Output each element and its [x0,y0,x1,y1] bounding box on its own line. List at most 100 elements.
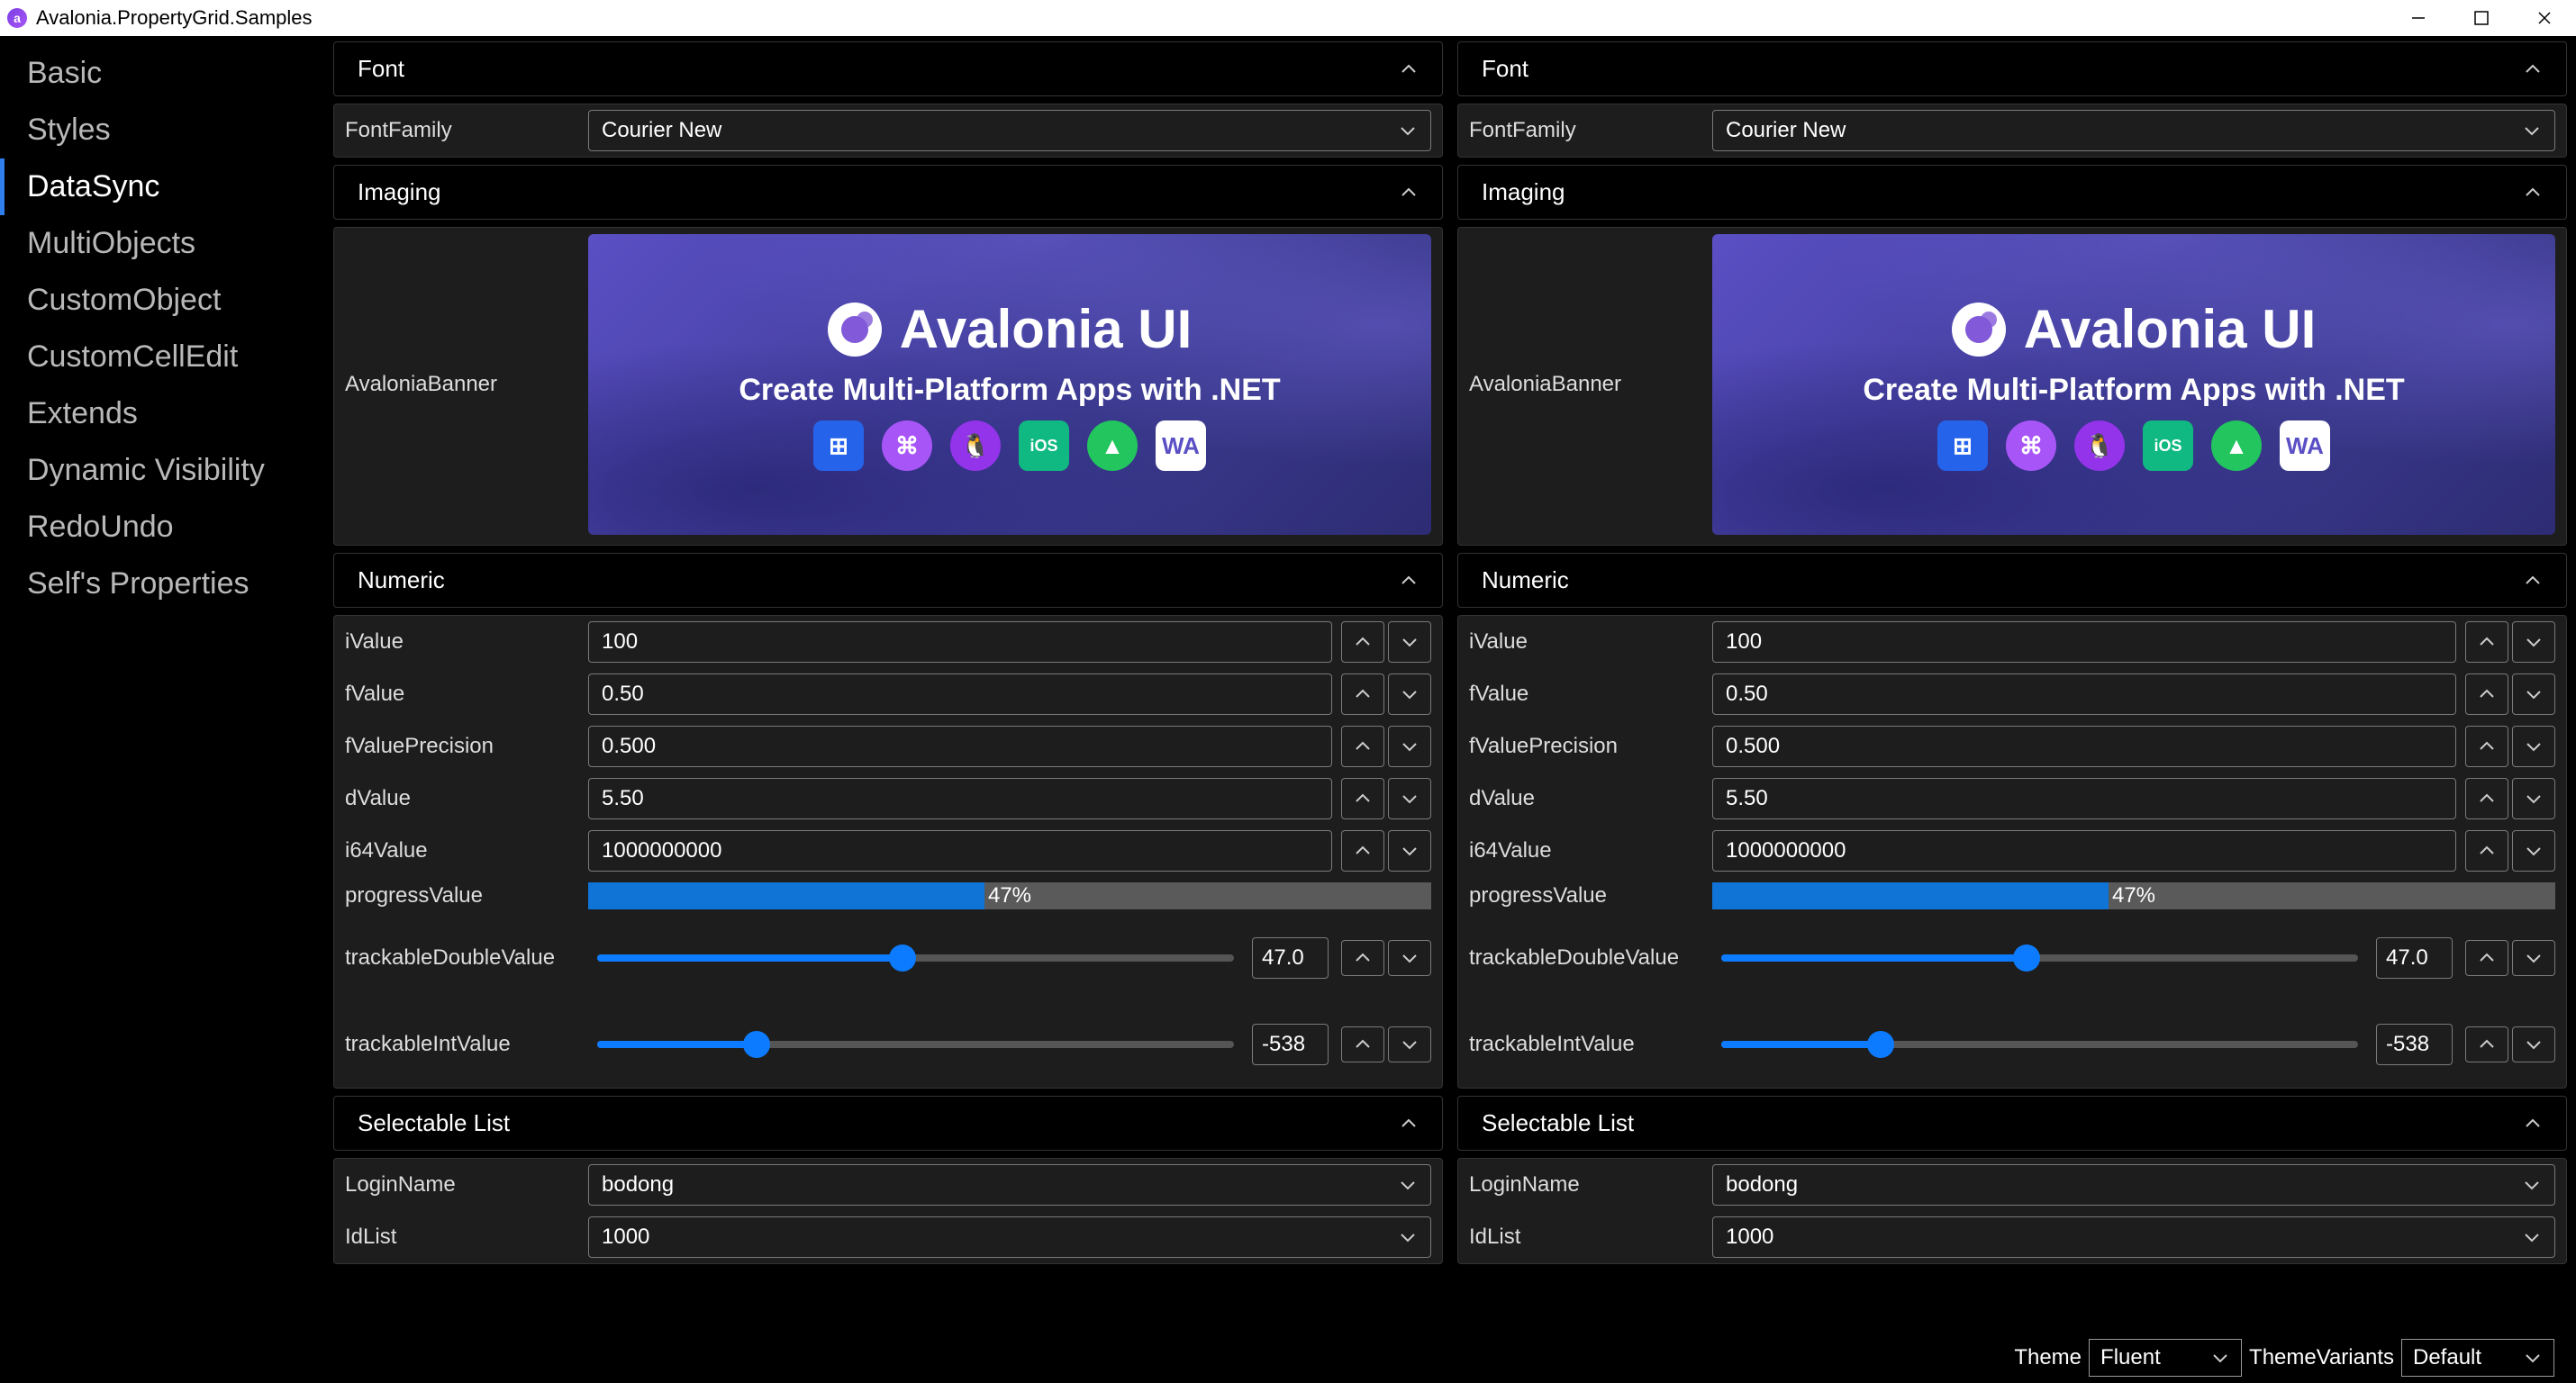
trackable-double-slider[interactable] [597,954,1234,962]
trackable-double-decrement-button[interactable] [2512,940,2555,976]
trackable-double-slider-thumb[interactable] [2013,945,2040,972]
trackable-int-decrement-button[interactable] [1388,1026,1431,1062]
sidebar-item-customobject[interactable]: CustomObject [0,272,333,329]
chevron-down-icon [1398,121,1418,140]
category-header-font[interactable]: Font [333,41,1443,96]
font-family-combo[interactable]: Courier New [588,110,1431,151]
theme-variant-select[interactable]: Default [2401,1339,2554,1377]
trackable-int-value-input[interactable]: -538 [1252,1024,1329,1065]
ivalue-input[interactable]: 100 [1712,621,2456,663]
fvalue-input[interactable]: 0.50 [588,673,1332,715]
ivalue-input[interactable]: 100 [588,621,1332,663]
property-label: FontFamily [345,118,588,143]
dvalue-input[interactable]: 5.50 [588,778,1332,819]
sidebar-item-dynamic-visibility[interactable]: Dynamic Visibility [0,442,333,499]
banner-platform-icons: ⊞⌘🐧iOS▲WA [813,420,1206,471]
fvalue-decrement-button[interactable] [1388,673,1431,715]
ios-icon: iOS [2143,420,2193,471]
fvalue-precision-decrement-button[interactable] [2512,726,2555,767]
trackable-int-slider-thumb[interactable] [743,1031,770,1058]
i64value-decrement-button[interactable] [1388,830,1431,872]
window-close-button[interactable] [2513,0,2576,36]
login-name-combo[interactable]: bodong [1712,1164,2555,1206]
trackable-int-slider-thumb[interactable] [1867,1031,1894,1058]
fvalue-precision-increment-button[interactable] [1341,726,1384,767]
chevron-up-icon [1353,948,1373,968]
sidebar-item-styles[interactable]: Styles [0,102,333,158]
property-row-fvalue-precision: fValuePrecision 0.500 [334,720,1442,773]
trackable-double-value-input[interactable]: 47.0 [2376,937,2453,979]
fvalue-precision-input[interactable]: 0.500 [588,726,1332,767]
trackable-int-increment-button[interactable] [1341,1026,1384,1062]
trackable-double-increment-button[interactable] [1341,940,1384,976]
id-list-combo[interactable]: 1000 [1712,1216,2555,1258]
chevron-up-icon [1353,737,1373,756]
dvalue-increment-button[interactable] [2465,778,2508,819]
chevron-down-icon [1400,684,1420,704]
property-list-numeric: iValue 100 fValue 0.50 fValuePrecision 0… [1457,615,2567,1089]
sidebar-item-multiobjects[interactable]: MultiObjects [0,215,333,272]
i64value-input[interactable]: 1000000000 [1712,830,2456,872]
i64value-increment-button[interactable] [2465,830,2508,872]
category-header-font[interactable]: Font [1457,41,2567,96]
sidebar-item-extends[interactable]: Extends [0,385,333,442]
fvalue-decrement-button[interactable] [2512,673,2555,715]
dvalue-decrement-button[interactable] [2512,778,2555,819]
trackable-int-slider[interactable] [597,1041,1234,1048]
fvalue-precision-decrement-button[interactable] [1388,726,1431,767]
trackable-double-decrement-button[interactable] [1388,940,1431,976]
login-name-combo[interactable]: bodong [588,1164,1431,1206]
windows-icon: ⊞ [1937,420,1988,471]
i64value-increment-button[interactable] [1341,830,1384,872]
trackable-double-increment-button[interactable] [2465,940,2508,976]
category-header-selectable-list[interactable]: Selectable List [333,1096,1443,1151]
font-family-combo[interactable]: Courier New [1712,110,2555,151]
ivalue-decrement-button[interactable] [1388,621,1431,663]
dvalue-input[interactable]: 5.50 [1712,778,2456,819]
fvalue-input[interactable]: 0.50 [1712,673,2456,715]
android-icon: ▲ [2211,420,2262,471]
chevron-down-icon [2210,1348,2230,1368]
category-header-selectable-list[interactable]: Selectable List [1457,1096,2567,1151]
ivalue-increment-button[interactable] [2465,621,2508,663]
dvalue-decrement-button[interactable] [1388,778,1431,819]
sidebar-item-self-s-properties[interactable]: Self's Properties [0,556,333,612]
theme-select[interactable]: Fluent [2089,1339,2242,1377]
fvalue-increment-button[interactable] [2465,673,2508,715]
window-minimize-button[interactable] [2387,0,2450,36]
fvalue-increment-button[interactable] [1341,673,1384,715]
fvalue-precision-input[interactable]: 0.500 [1712,726,2456,767]
i64value-input[interactable]: 1000000000 [588,830,1332,872]
trackable-double-slider-thumb[interactable] [889,945,916,972]
fvalue-precision-increment-button[interactable] [2465,726,2508,767]
category-header-imaging[interactable]: Imaging [1457,165,2567,220]
category-header-numeric[interactable]: Numeric [1457,553,2567,608]
chevron-up-icon [2477,737,2497,756]
i64value-decrement-button[interactable] [2512,830,2555,872]
sidebar-item-customcelledit[interactable]: CustomCellEdit [0,329,333,385]
property-row-font-family: FontFamily Courier New [1458,104,2566,157]
chevron-up-icon [1353,789,1373,809]
id-list-combo[interactable]: 1000 [588,1216,1431,1258]
category-header-numeric[interactable]: Numeric [333,553,1443,608]
ivalue-decrement-button[interactable] [2512,621,2555,663]
trackable-double-slider[interactable] [1721,954,2358,962]
property-label: progressValue [345,883,588,908]
category-header-imaging[interactable]: Imaging [333,165,1443,220]
banner-subtitle-text: Create Multi-Platform Apps with .NET [1863,373,2404,408]
macos-icon: ⌘ [2006,420,2056,471]
trackable-int-increment-button[interactable] [2465,1026,2508,1062]
window-maximize-button[interactable] [2450,0,2513,36]
trackable-double-value-input[interactable]: 47.0 [1252,937,1329,979]
ivalue-increment-button[interactable] [1341,621,1384,663]
sidebar-item-redoundo[interactable]: RedoUndo [0,499,333,556]
android-icon: ▲ [1087,420,1138,471]
trackable-int-value-input[interactable]: -538 [2376,1024,2453,1065]
dvalue-increment-button[interactable] [1341,778,1384,819]
trackable-int-slider[interactable] [1721,1041,2358,1048]
trackable-int-decrement-button[interactable] [2512,1026,2555,1062]
chevron-down-icon [1400,1035,1420,1054]
sidebar-item-basic[interactable]: Basic [0,45,333,102]
sidebar-item-datasync[interactable]: DataSync [0,158,333,215]
chevron-up-icon [2477,684,2497,704]
